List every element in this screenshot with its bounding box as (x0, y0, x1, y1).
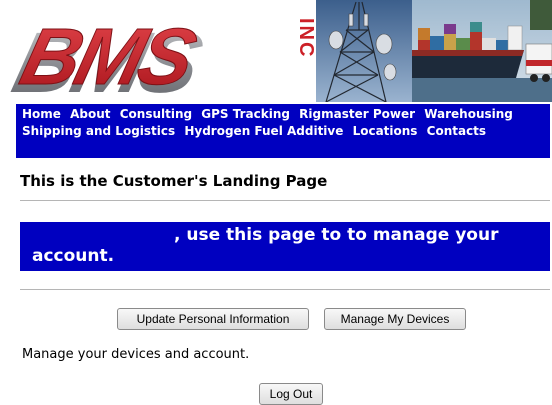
manage-description: Manage your devices and account. (22, 347, 250, 362)
logo-inc: INC (295, 18, 317, 58)
nav-link-rigmaster-power[interactable]: Rigmaster Power (299, 107, 415, 121)
nav-link-home[interactable]: Home (22, 107, 61, 121)
company-logo: BMS BMS INC (0, 0, 318, 102)
welcome-line-1: , use this page to to manage your (174, 225, 499, 245)
site-banner: BMS BMS INC (0, 0, 552, 102)
nav-link-consulting[interactable]: Consulting (120, 107, 192, 121)
nav-link-hydrogen-fuel-additive[interactable]: Hydrogen Fuel Additive (184, 124, 343, 138)
manage-devices-button[interactable]: Manage My Devices (324, 308, 466, 330)
main-navigation: Home About Consulting GPS Tracking Rigma… (16, 104, 550, 158)
update-personal-info-button[interactable]: Update Personal Information (117, 308, 309, 330)
nav-link-gps-tracking[interactable]: GPS Tracking (201, 107, 290, 121)
nav-link-contacts[interactable]: Contacts (427, 124, 486, 138)
log-out-button[interactable]: Log Out (259, 383, 323, 405)
nav-link-locations[interactable]: Locations (353, 124, 418, 138)
page-title: This is the Customer's Landing Page (20, 172, 328, 190)
divider-bottom (20, 289, 550, 290)
tower-photo (316, 0, 412, 102)
bms-logo-graphic: BMS BMS INC (4, 12, 317, 102)
nav-link-about[interactable]: About (70, 107, 110, 121)
nav-link-shipping-logistics[interactable]: Shipping and Logistics (22, 124, 175, 138)
cargo-ship-photo (412, 0, 552, 102)
welcome-line-2: account. (32, 246, 115, 266)
divider-top (20, 200, 550, 201)
logo-letters: BMS (13, 12, 205, 102)
nav-link-warehousing[interactable]: Warehousing (424, 107, 513, 121)
welcome-banner: , use this page to to manage your accoun… (20, 222, 550, 271)
